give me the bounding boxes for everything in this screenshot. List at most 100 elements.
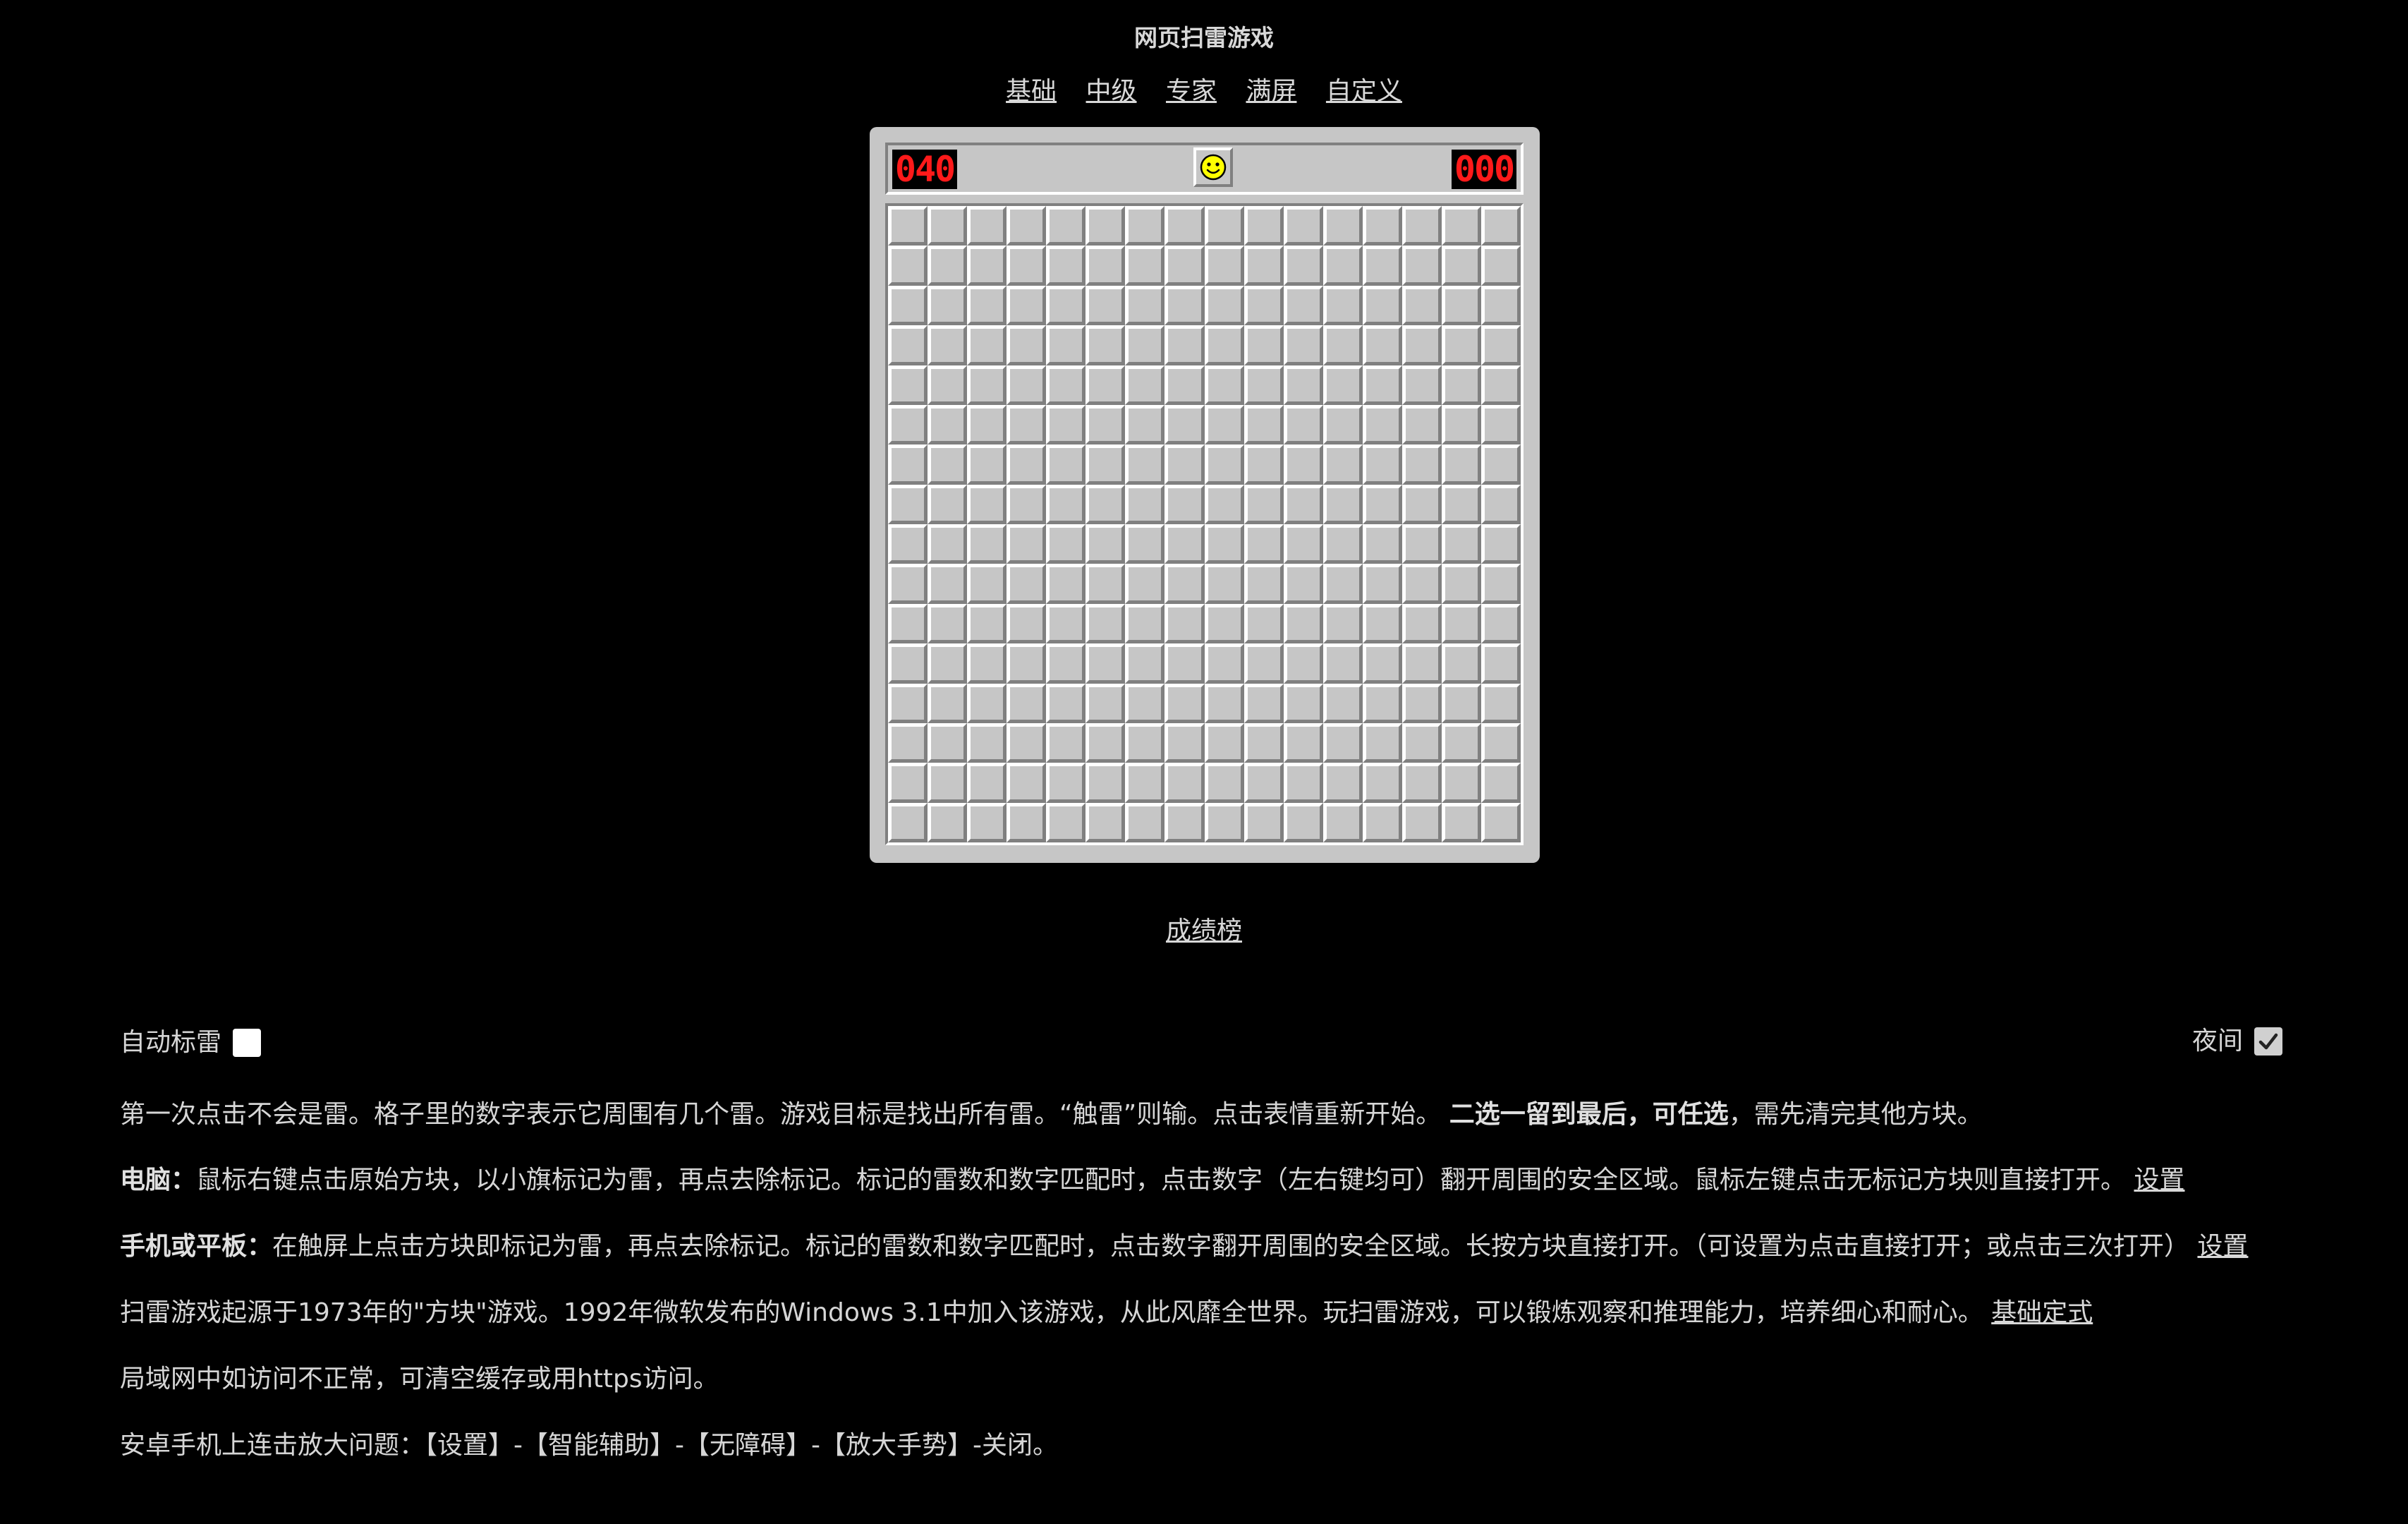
level-link-expert[interactable]: 专家	[1166, 77, 1217, 106]
board-cell[interactable]	[1362, 524, 1402, 564]
board-cell[interactable]	[1401, 365, 1442, 405]
board-cell[interactable]	[1204, 802, 1244, 842]
board-cell[interactable]	[1125, 683, 1165, 723]
board-cell[interactable]	[1165, 603, 1205, 644]
board-cell[interactable]	[1046, 763, 1086, 803]
board-cell[interactable]	[967, 445, 1007, 485]
board-cell[interactable]	[928, 246, 968, 286]
board-cell[interactable]	[928, 763, 968, 803]
board-cell[interactable]	[1441, 524, 1481, 564]
board-cell[interactable]	[1165, 722, 1205, 763]
board-cell[interactable]	[1441, 404, 1481, 445]
board-cell[interactable]	[1283, 484, 1323, 524]
board-cell[interactable]	[1086, 524, 1126, 564]
board-cell[interactable]	[1322, 643, 1363, 684]
board-cell[interactable]	[1283, 643, 1323, 684]
board-cell[interactable]	[1007, 564, 1047, 604]
board-cell[interactable]	[888, 325, 928, 365]
board-cell[interactable]	[1362, 206, 1402, 246]
board-cell[interactable]	[1362, 445, 1402, 485]
board-cell[interactable]	[967, 722, 1007, 763]
board-cell[interactable]	[1480, 722, 1521, 763]
board-cell[interactable]	[1165, 365, 1205, 405]
board-cell[interactable]	[967, 246, 1007, 286]
board-cell[interactable]	[1480, 643, 1521, 684]
board-cell[interactable]	[1165, 643, 1205, 684]
board-cell[interactable]	[928, 722, 968, 763]
board-cell[interactable]	[1125, 564, 1165, 604]
board-cell[interactable]	[967, 683, 1007, 723]
board-cell[interactable]	[1243, 683, 1284, 723]
board-cell[interactable]	[1046, 484, 1086, 524]
board-cell[interactable]	[1362, 683, 1402, 723]
board-cell[interactable]	[1204, 404, 1244, 445]
board-cell[interactable]	[1441, 763, 1481, 803]
board-cell[interactable]	[1322, 206, 1363, 246]
board-cell[interactable]	[1007, 802, 1047, 842]
mobile-settings-link[interactable]: 设置	[2197, 1232, 2248, 1261]
board-cell[interactable]	[1480, 763, 1521, 803]
board-cell[interactable]	[1243, 564, 1284, 604]
board-cell[interactable]	[1007, 763, 1047, 803]
board-cell[interactable]	[1283, 524, 1323, 564]
board-cell[interactable]	[928, 445, 968, 485]
board-cell[interactable]	[1283, 325, 1323, 365]
board-cell[interactable]	[1046, 643, 1086, 684]
board-cell[interactable]	[1125, 643, 1165, 684]
board-cell[interactable]	[1362, 484, 1402, 524]
board-cell[interactable]	[1086, 285, 1126, 326]
board-cell[interactable]	[1362, 603, 1402, 644]
board-cell[interactable]	[1046, 524, 1086, 564]
board-cell[interactable]	[967, 763, 1007, 803]
board-cell[interactable]	[1243, 722, 1284, 763]
board-cell[interactable]	[1401, 603, 1442, 644]
board-cell[interactable]	[1322, 285, 1363, 326]
board-cell[interactable]	[1204, 325, 1244, 365]
level-link-custom[interactable]: 自定义	[1326, 77, 1402, 106]
board-cell[interactable]	[1283, 246, 1323, 286]
board-cell[interactable]	[1204, 206, 1244, 246]
board-cell[interactable]	[928, 404, 968, 445]
board-cell[interactable]	[1086, 365, 1126, 405]
board-cell[interactable]	[1243, 484, 1284, 524]
board-cell[interactable]	[1046, 246, 1086, 286]
board-cell[interactable]	[1362, 325, 1402, 365]
smiley-face-button[interactable]	[1193, 147, 1233, 187]
board-cell[interactable]	[1283, 365, 1323, 405]
level-link-intermediate[interactable]: 中级	[1086, 77, 1137, 106]
board-cell[interactable]	[1086, 206, 1126, 246]
board-cell[interactable]	[1007, 603, 1047, 644]
board-cell[interactable]	[967, 325, 1007, 365]
board-cell[interactable]	[1243, 285, 1284, 326]
board-cell[interactable]	[1165, 325, 1205, 365]
board-cell[interactable]	[1204, 285, 1244, 326]
board-cell[interactable]	[1480, 365, 1521, 405]
board-cell[interactable]	[1125, 763, 1165, 803]
board-cell[interactable]	[1480, 564, 1521, 604]
board-cell[interactable]	[1480, 404, 1521, 445]
level-link-beginner[interactable]: 基础	[1006, 77, 1057, 106]
board-cell[interactable]	[967, 365, 1007, 405]
board-cell[interactable]	[1362, 365, 1402, 405]
board-cell[interactable]	[1046, 404, 1086, 445]
board-cell[interactable]	[1480, 683, 1521, 723]
board-cell[interactable]	[1007, 445, 1047, 485]
board-cell[interactable]	[1322, 802, 1363, 842]
board-cell[interactable]	[1125, 365, 1165, 405]
board-cell[interactable]	[888, 643, 928, 684]
board-cell[interactable]	[1243, 524, 1284, 564]
board-cell[interactable]	[967, 603, 1007, 644]
board-cell[interactable]	[1125, 404, 1165, 445]
board-cell[interactable]	[1441, 683, 1481, 723]
basic-patterns-link[interactable]: 基础定式	[1991, 1298, 2093, 1327]
board-cell[interactable]	[1283, 564, 1323, 604]
level-link-fullscreen[interactable]: 满屏	[1246, 77, 1296, 106]
board-cell[interactable]	[888, 365, 928, 405]
board-cell[interactable]	[1283, 802, 1323, 842]
board-cell[interactable]	[1204, 603, 1244, 644]
board-cell[interactable]	[1480, 484, 1521, 524]
board-cell[interactable]	[1046, 285, 1086, 326]
board-cell[interactable]	[1243, 404, 1284, 445]
board-cell[interactable]	[928, 643, 968, 684]
board-cell[interactable]	[1401, 404, 1442, 445]
